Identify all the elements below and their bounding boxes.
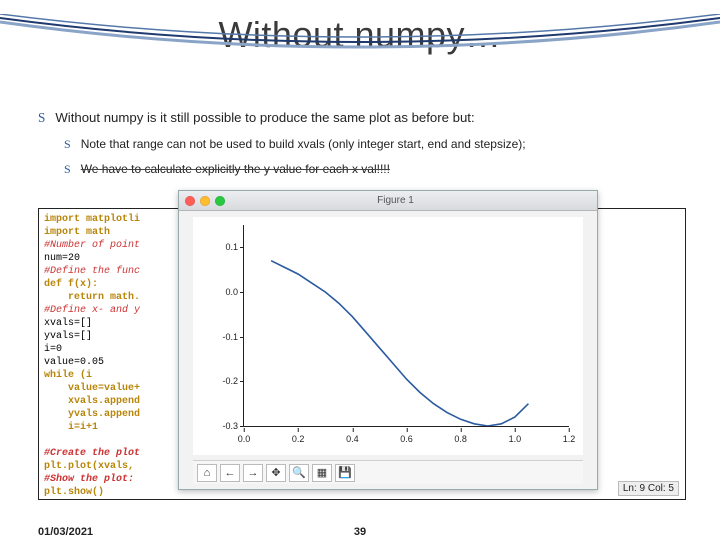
editor-status: Ln: 9 Col: 5 — [618, 481, 679, 496]
subplot-icon[interactable]: ▦ — [312, 464, 332, 482]
y-tick: 0.0 — [204, 287, 238, 297]
fwd-icon[interactable]: → — [243, 464, 263, 482]
back-icon[interactable]: ← — [220, 464, 240, 482]
bullet-glyph: S — [64, 136, 71, 153]
save-icon[interactable]: 💾 — [335, 464, 355, 482]
x-tick: 0.8 — [454, 434, 467, 444]
bullet-lvl1-text: Without numpy is it still possible to pr… — [55, 110, 474, 126]
bullet-lvl2-text: We have to calculate explicitly the y va… — [81, 161, 682, 178]
bullet-lvl2-text: Note that range can not be used to build… — [81, 136, 682, 153]
plot-area: -0.3 -0.2 -0.1 0.0 0.1 0.0 0.2 0.4 0.6 0.8 1.0 1.2 — [193, 217, 583, 455]
figure-window: Figure 1 -0.3 -0.2 -0.1 0.0 0.1 0.0 0.2 0.4 0.6 0… — [178, 190, 598, 490]
x-tick: 0.6 — [400, 434, 413, 444]
bullet-glyph: S — [64, 161, 71, 178]
y-tick: -0.1 — [204, 332, 238, 342]
y-tick: -0.2 — [204, 376, 238, 386]
x-tick: 0.0 — [238, 434, 251, 444]
x-tick: 0.4 — [346, 434, 359, 444]
bullet-lvl2: S Note that range can not be used to bui… — [64, 136, 682, 153]
code-body: import matplotli import math #Number of … — [44, 213, 140, 499]
figure-title: Figure 1 — [200, 195, 591, 206]
bullet-glyph: S — [38, 110, 45, 126]
zoom-icon[interactable]: 🔍 — [289, 464, 309, 482]
chart-axes: -0.3-0.2-0.10.00.10.00.20.40.60.81.01.2 — [243, 225, 569, 427]
x-tick: 0.2 — [292, 434, 305, 444]
bullet-lvl2: S We have to calculate explicitly the y … — [64, 161, 682, 178]
footer-date: 01/03/2021 — [38, 526, 93, 538]
footer-page: 39 — [354, 526, 366, 538]
y-tick: -0.3 — [204, 421, 238, 431]
y-tick: 0.1 — [204, 242, 238, 252]
mpl-toolbar: ⌂ ← → ✥ 🔍 ▦ 💾 — [193, 460, 583, 484]
pan-icon[interactable]: ✥ — [266, 464, 286, 482]
home-icon[interactable]: ⌂ — [197, 464, 217, 482]
bullet-lvl1: S Without numpy is it still possible to … — [38, 110, 682, 126]
slide-title: Without numpy… — [0, 14, 720, 56]
close-icon[interactable] — [185, 196, 195, 206]
figure-titlebar: Figure 1 — [179, 191, 597, 211]
x-tick: 1.2 — [563, 434, 576, 444]
chart-line — [244, 225, 569, 426]
x-tick: 1.0 — [509, 434, 522, 444]
bullet-content: S Without numpy is it still possible to … — [38, 110, 682, 187]
